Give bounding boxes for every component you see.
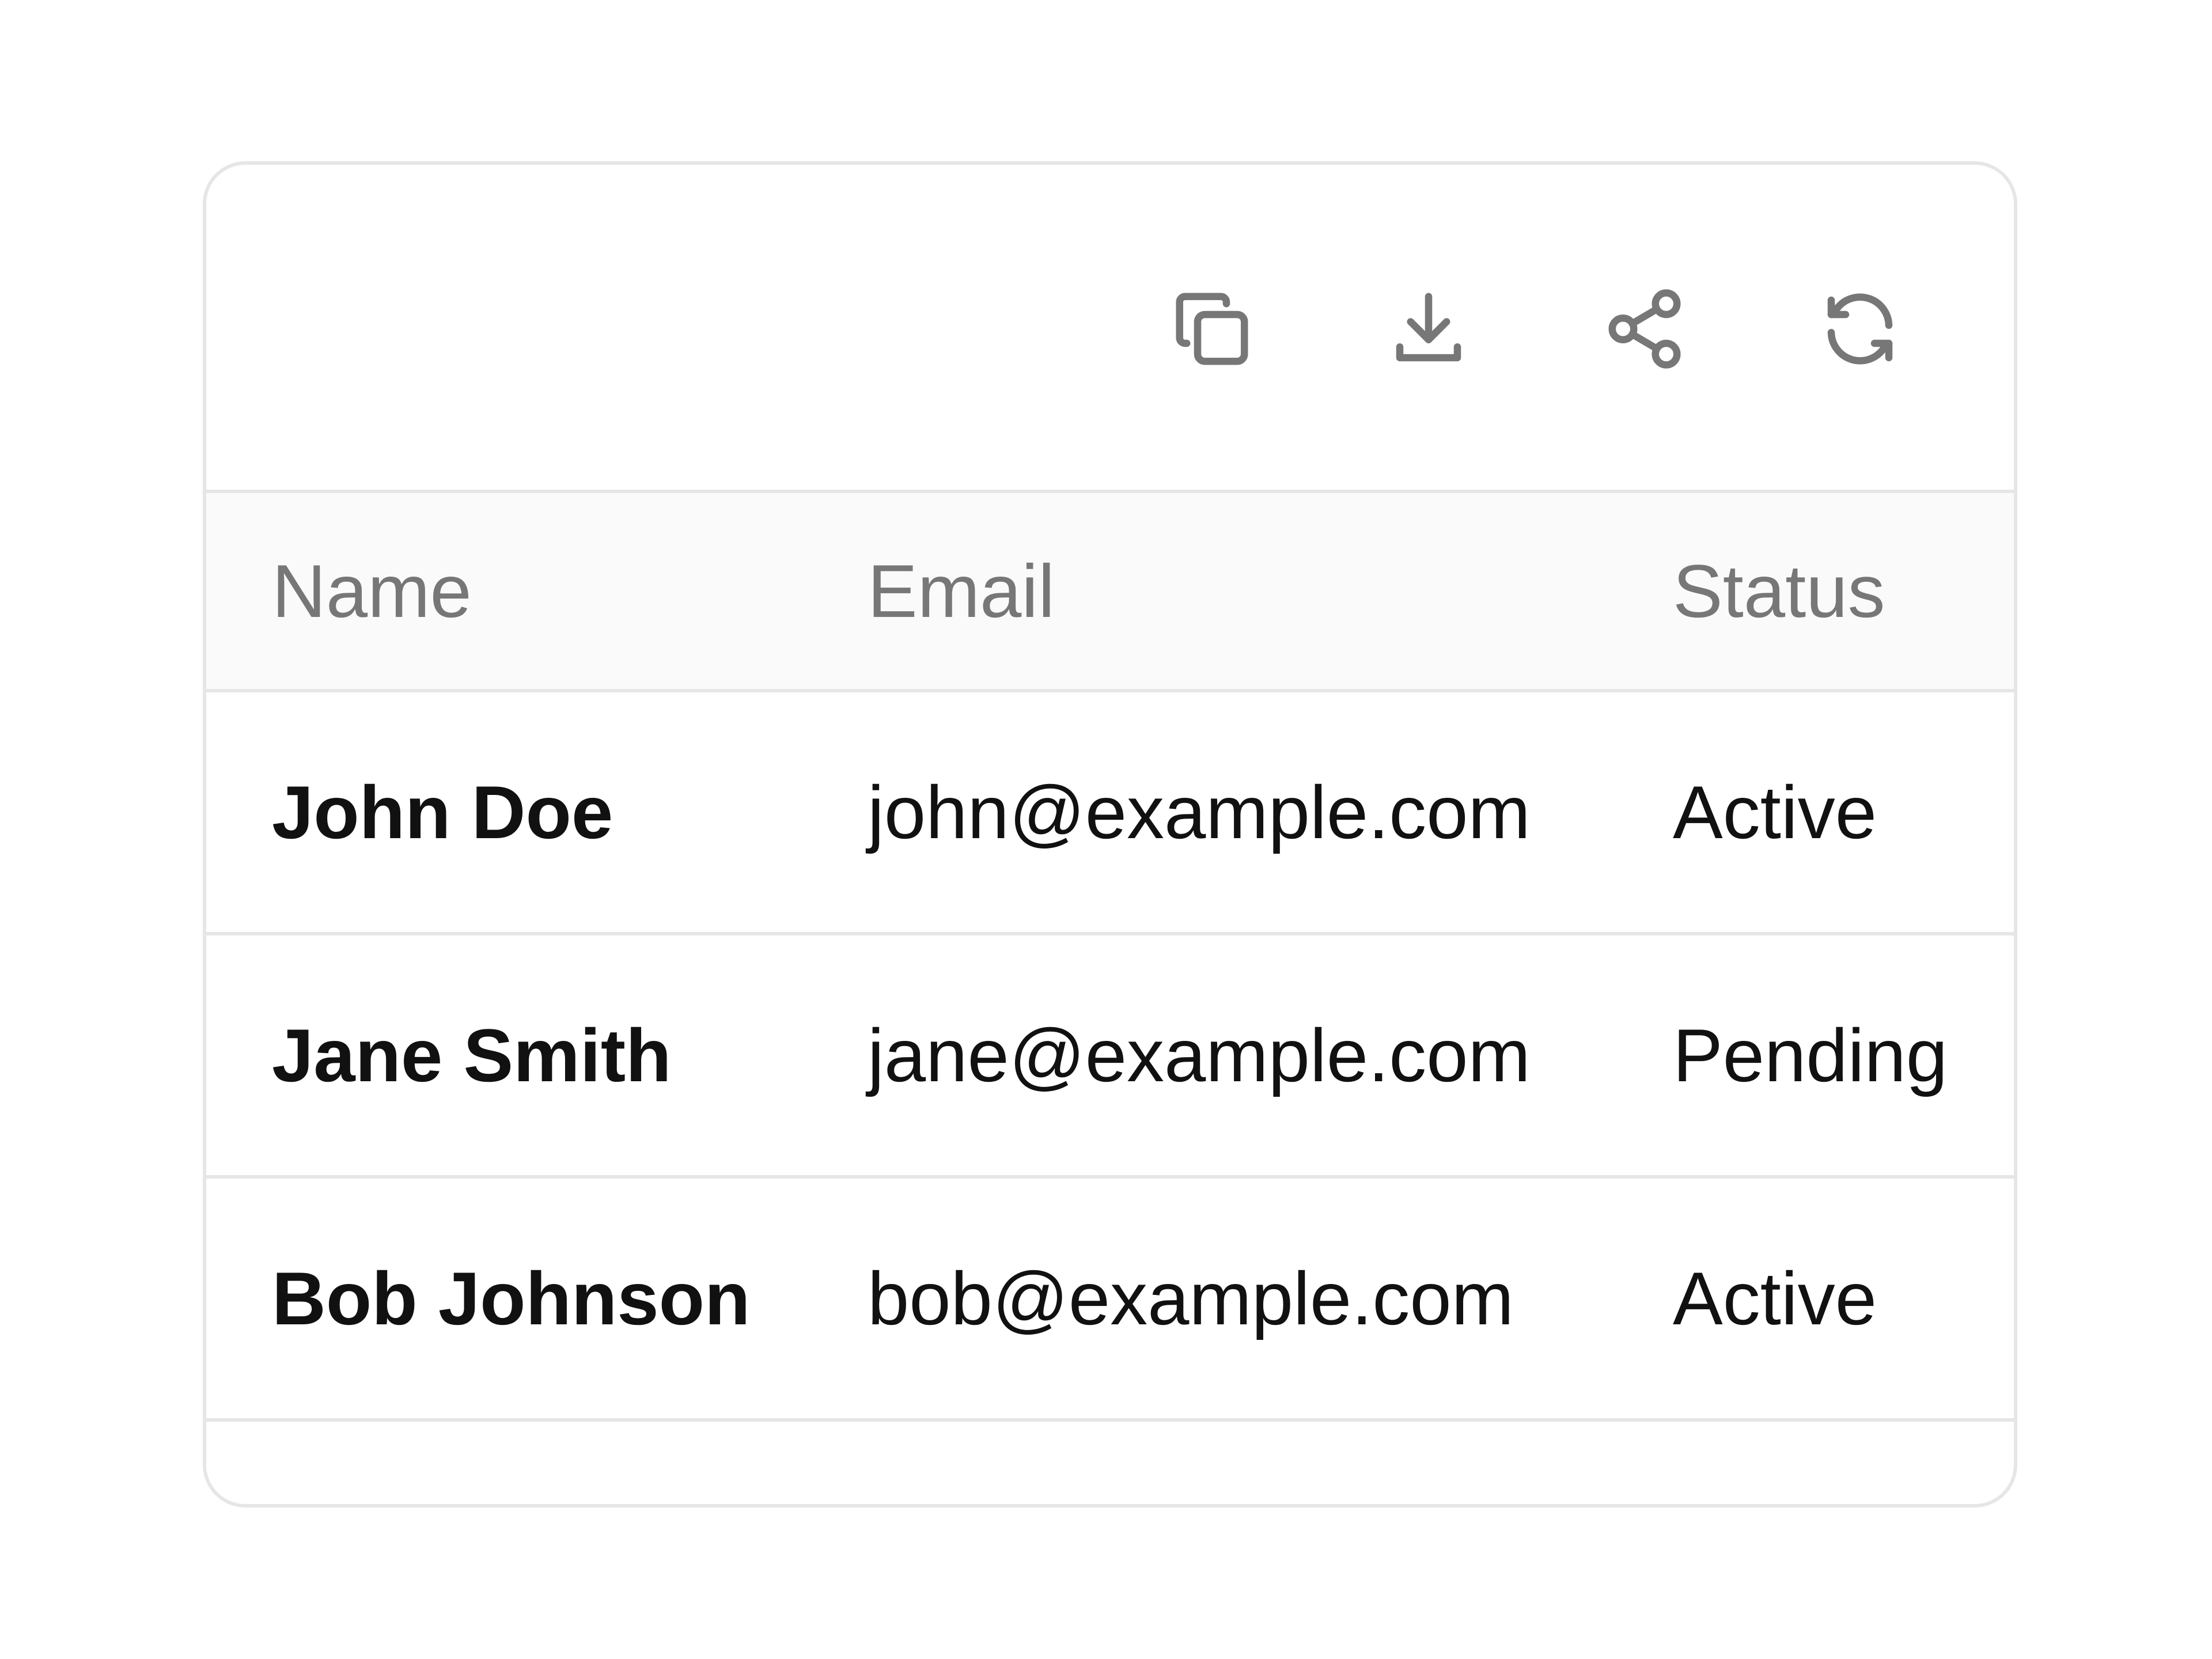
cell-email: john@example.com — [868, 770, 1531, 854]
table-header: Name Email Status — [206, 493, 2014, 692]
copy-icon — [1176, 293, 1248, 365]
table-row[interactable]: Bob Johnson bob@example.com Active — [206, 1179, 2014, 1422]
cell-status: Active — [1673, 1256, 1877, 1340]
share-button[interactable] — [1596, 280, 1694, 378]
share-icon — [1608, 289, 1681, 369]
table-toolbar — [206, 165, 2014, 493]
refresh-icon — [1827, 293, 1893, 365]
refresh-button[interactable] — [1811, 280, 1909, 378]
cell-name: Jane Smith — [272, 1013, 672, 1097]
table-row[interactable]: Jane Smith jane@example.com Pending — [206, 935, 2014, 1179]
download-icon — [1396, 293, 1461, 362]
table-row[interactable]: John Doe john@example.com Active — [206, 692, 2014, 935]
copy-button[interactable] — [1163, 280, 1261, 378]
cell-email: jane@example.com — [868, 1013, 1531, 1097]
cell-status: Pending — [1673, 1013, 1948, 1097]
cell-email: bob@example.com — [868, 1256, 1514, 1340]
cell-name: Bob Johnson — [272, 1256, 751, 1340]
data-table-card: Name Email Status John Doe john@example.… — [203, 161, 2017, 1508]
column-header-status[interactable]: Status — [1673, 493, 1885, 689]
cell-name: John Doe — [272, 770, 613, 854]
column-header-name[interactable]: Name — [272, 493, 472, 689]
download-button[interactable] — [1380, 280, 1478, 378]
column-header-email[interactable]: Email — [868, 493, 1055, 689]
cell-status: Active — [1673, 770, 1877, 854]
